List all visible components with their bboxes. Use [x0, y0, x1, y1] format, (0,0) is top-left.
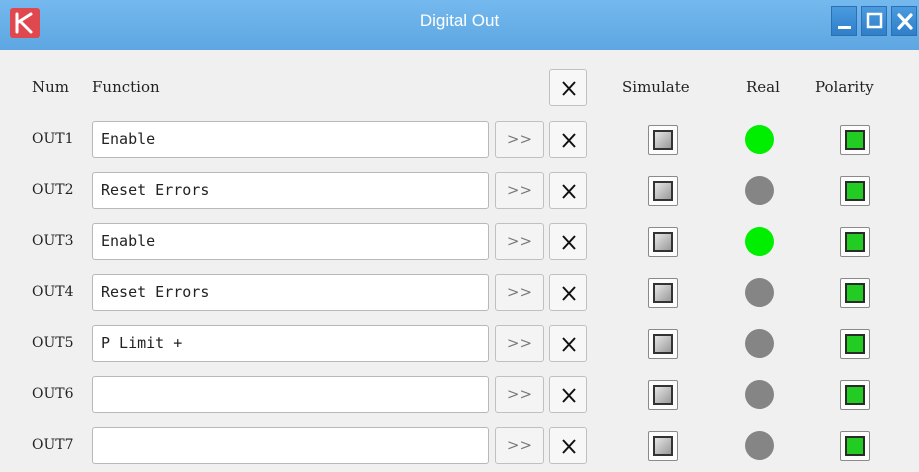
- clear-icon: [562, 184, 576, 199]
- clear-icon: [562, 388, 576, 403]
- output-label: OUT4: [32, 284, 74, 300]
- simulate-toggle[interactable]: [648, 125, 678, 155]
- output-row: OUT2 Reset Errors >>: [0, 171, 919, 211]
- select-function-button[interactable]: >>: [495, 223, 544, 260]
- polarity-toggle[interactable]: [840, 278, 870, 308]
- output-row: OUT7 >>: [0, 426, 919, 466]
- polarity-indicator: [845, 181, 865, 201]
- simulate-toggle[interactable]: [648, 380, 678, 410]
- output-row: OUT4 Reset Errors >>: [0, 273, 919, 313]
- output-row: OUT1 Enable >>: [0, 120, 919, 160]
- maximize-button[interactable]: [861, 6, 887, 36]
- simulate-toggle[interactable]: [648, 431, 678, 461]
- minimize-icon: [838, 26, 851, 29]
- function-input[interactable]: P Limit +: [92, 325, 489, 362]
- minimize-button[interactable]: [831, 6, 857, 36]
- real-state-led: [745, 329, 774, 358]
- clear-function-button[interactable]: [549, 325, 587, 362]
- select-function-button[interactable]: >>: [495, 325, 544, 362]
- simulate-indicator: [653, 283, 673, 303]
- header-simulate: Simulate: [622, 78, 690, 96]
- clear-icon: [562, 286, 576, 301]
- clear-icon: [562, 133, 576, 148]
- clear-icon: [562, 337, 576, 352]
- header-function: Function: [92, 78, 160, 96]
- polarity-indicator: [845, 385, 865, 405]
- function-input[interactable]: Reset Errors: [92, 172, 489, 209]
- real-state-led: [745, 278, 774, 307]
- select-function-button[interactable]: >>: [495, 172, 544, 209]
- simulate-indicator: [653, 130, 673, 150]
- polarity-toggle[interactable]: [840, 431, 870, 461]
- simulate-indicator: [653, 436, 673, 456]
- select-function-button[interactable]: >>: [495, 376, 544, 413]
- output-label: OUT7: [32, 437, 74, 453]
- select-function-button[interactable]: >>: [495, 121, 544, 158]
- output-label: OUT3: [32, 233, 74, 249]
- clear-function-button[interactable]: [549, 121, 587, 158]
- output-row: OUT3 Enable >>: [0, 222, 919, 262]
- polarity-indicator: [845, 436, 865, 456]
- output-row: OUT6 >>: [0, 375, 919, 415]
- polarity-indicator: [845, 130, 865, 150]
- simulate-indicator: [653, 385, 673, 405]
- simulate-indicator: [653, 232, 673, 252]
- real-state-led: [745, 227, 774, 256]
- clear-all-button[interactable]: [549, 69, 587, 106]
- polarity-indicator: [845, 283, 865, 303]
- function-input[interactable]: [92, 376, 489, 413]
- real-state-led: [745, 380, 774, 409]
- simulate-toggle[interactable]: [648, 278, 678, 308]
- polarity-toggle[interactable]: [840, 380, 870, 410]
- close-icon: [897, 13, 913, 30]
- window-title: Digital Out: [419, 11, 500, 30]
- header-real: Real: [746, 78, 780, 96]
- header-num: Num: [32, 78, 70, 96]
- function-input[interactable]: Reset Errors: [92, 274, 489, 311]
- maximize-icon: [866, 12, 883, 29]
- output-label: OUT5: [32, 335, 74, 351]
- polarity-toggle[interactable]: [840, 176, 870, 206]
- clear-function-button[interactable]: [549, 223, 587, 260]
- clear-icon: [562, 235, 576, 250]
- output-label: OUT6: [32, 386, 74, 402]
- function-input[interactable]: [92, 427, 489, 464]
- select-function-button[interactable]: >>: [495, 274, 544, 311]
- select-function-button[interactable]: >>: [495, 427, 544, 464]
- clear-function-button[interactable]: [549, 172, 587, 209]
- clear-function-button[interactable]: [549, 376, 587, 413]
- simulate-toggle[interactable]: [648, 227, 678, 257]
- clear-function-button[interactable]: [549, 427, 587, 464]
- function-input[interactable]: Enable: [92, 223, 489, 260]
- function-input[interactable]: Enable: [92, 121, 489, 158]
- real-state-led: [745, 125, 774, 154]
- output-row: OUT5 P Limit + >>: [0, 324, 919, 364]
- title-bar: Digital Out: [0, 0, 919, 50]
- header-polarity: Polarity: [815, 78, 874, 96]
- clear-function-button[interactable]: [549, 274, 587, 311]
- clear-icon: [562, 439, 576, 454]
- close-button[interactable]: [891, 6, 917, 36]
- real-state-led: [745, 176, 774, 205]
- polarity-toggle[interactable]: [840, 125, 870, 155]
- clear-icon: [562, 81, 576, 96]
- polarity-toggle[interactable]: [840, 227, 870, 257]
- output-label: OUT2: [32, 182, 74, 198]
- output-label: OUT1: [32, 131, 74, 147]
- simulate-indicator: [653, 181, 673, 201]
- polarity-indicator: [845, 232, 865, 252]
- polarity-indicator: [845, 334, 865, 354]
- real-state-led: [745, 431, 774, 460]
- simulate-toggle[interactable]: [648, 176, 678, 206]
- simulate-toggle[interactable]: [648, 329, 678, 359]
- simulate-indicator: [653, 334, 673, 354]
- polarity-toggle[interactable]: [840, 329, 870, 359]
